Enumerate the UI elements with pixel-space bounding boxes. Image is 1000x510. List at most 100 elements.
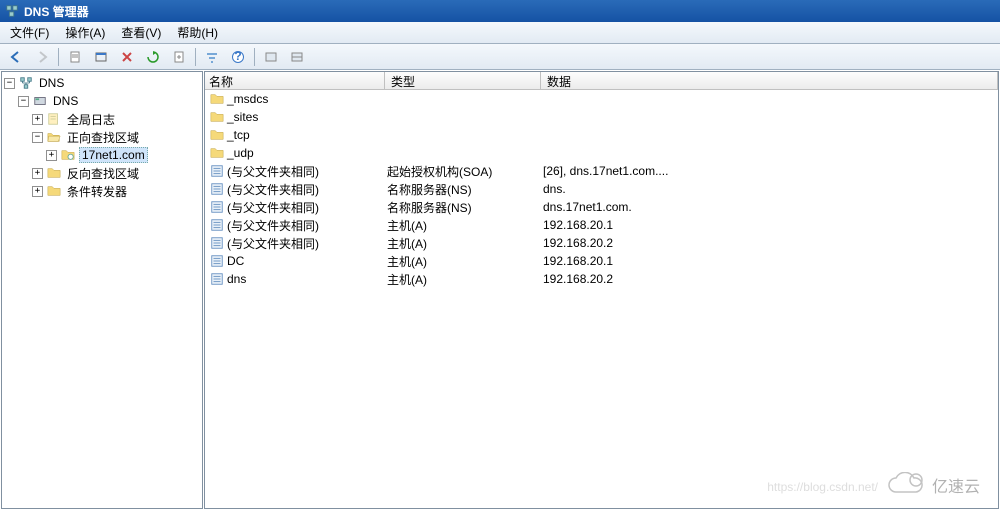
expand-icon[interactable]: +	[32, 186, 43, 197]
tree: − DNS − DNS + 全局日志 − 正向查找区域 +	[2, 72, 202, 202]
expand-icon[interactable]: +	[32, 114, 43, 125]
watermark-logo-icon	[886, 472, 926, 498]
filter-button[interactable]	[200, 46, 224, 68]
menu-action[interactable]: 操作(A)	[57, 22, 113, 43]
record-type: 主机(A)	[385, 252, 541, 270]
list-row[interactable]: _msdcs	[205, 90, 998, 108]
list-row[interactable]: (与父文件夹相同)起始授权机构(SOA)[26], dns.17net1.com…	[205, 162, 998, 180]
folder-icon	[209, 127, 225, 143]
tree-label: 条件转发器	[65, 183, 129, 200]
delete-button[interactable]	[115, 46, 139, 68]
refresh-button[interactable]	[141, 46, 165, 68]
action1-button[interactable]	[259, 46, 283, 68]
collapse-icon[interactable]: −	[4, 78, 15, 89]
record-name: dns	[227, 272, 246, 286]
list-row[interactable]: dns 主机(A)192.168.20.2	[205, 270, 998, 288]
record-data: 192.168.20.1	[541, 216, 998, 234]
folder-open-icon	[46, 129, 62, 145]
record-name: (与父文件夹相同)	[227, 217, 319, 234]
record-name: (与父文件夹相同)	[227, 235, 319, 252]
record-icon	[209, 181, 225, 197]
menu-help[interactable]: 帮助(H)	[169, 22, 226, 43]
zone-icon	[60, 147, 76, 163]
titlebar: DNS 管理器	[0, 0, 1000, 22]
list-row[interactable]: (与父文件夹相同) 主机(A)192.168.20.1	[205, 216, 998, 234]
folder-icon	[46, 165, 62, 181]
record-name: (与父文件夹相同)	[227, 181, 319, 198]
record-type	[385, 144, 541, 162]
list-header: 名称 类型 数据	[205, 72, 998, 90]
list-row[interactable]: _tcp	[205, 126, 998, 144]
tree-label: DNS	[51, 94, 80, 108]
record-name: _tcp	[227, 128, 250, 142]
watermark-text: 亿速云	[932, 473, 980, 497]
toolbar: ?	[0, 44, 1000, 70]
list-row[interactable]: _sites	[205, 108, 998, 126]
record-data: dns.17net1.com.	[541, 198, 998, 216]
list-row[interactable]: (与父文件夹相同) 名称服务器(NS)dns.	[205, 180, 998, 198]
new-window-button[interactable]	[89, 46, 113, 68]
action2-button[interactable]	[285, 46, 309, 68]
col-type-header[interactable]: 类型	[385, 72, 541, 90]
tree-label: 反向查找区域	[65, 165, 141, 182]
window-title: DNS 管理器	[24, 3, 89, 20]
list-row[interactable]: _udp	[205, 144, 998, 162]
tree-forward-zones[interactable]: − 正向查找区域	[2, 128, 202, 146]
record-name: _sites	[227, 110, 258, 124]
record-type: 名称服务器(NS)	[385, 180, 541, 198]
list-body: _msdcs_sites_tcp_udp(与父文件夹相同)起始授权机构(SOA)…	[205, 90, 998, 508]
collapse-icon[interactable]: −	[18, 96, 29, 107]
record-name: (与父文件夹相同)	[227, 163, 319, 180]
tree-root-dns[interactable]: − DNS	[2, 74, 202, 92]
watermark-url: https://blog.csdn.net/	[767, 480, 878, 494]
main-area: − DNS − DNS + 全局日志 − 正向查找区域 +	[0, 70, 1000, 510]
tree-server[interactable]: − DNS	[2, 92, 202, 110]
folder-icon	[46, 183, 62, 199]
col-name-header[interactable]: 名称	[205, 72, 385, 90]
folder-icon	[209, 91, 225, 107]
tree-zone-17net1[interactable]: + 17net1.com	[2, 146, 202, 164]
list-row[interactable]: DC主机(A)192.168.20.1	[205, 252, 998, 270]
tree-global-log[interactable]: + 全局日志	[2, 110, 202, 128]
nav-back-button[interactable]	[4, 46, 28, 68]
dns-icon	[18, 75, 34, 91]
expand-icon[interactable]: +	[32, 168, 43, 179]
record-icon	[209, 199, 225, 215]
record-type: 主机(A)	[385, 216, 541, 234]
record-icon	[209, 253, 225, 269]
app-icon	[4, 3, 20, 19]
help-button[interactable]: ?	[226, 46, 250, 68]
expand-icon[interactable]: +	[46, 150, 57, 161]
watermark: 亿速云	[886, 472, 980, 498]
toolbar-separator	[58, 48, 59, 66]
record-icon	[209, 271, 225, 287]
col-data-header[interactable]: 数据	[541, 72, 998, 90]
tree-label: DNS	[37, 76, 66, 90]
record-data: 192.168.20.2	[541, 270, 998, 288]
list-pane: 名称 类型 数据 _msdcs_sites_tcp_udp(与父文件夹相同)起始…	[204, 71, 999, 509]
list-row[interactable]: (与父文件夹相同)主机(A)192.168.20.2	[205, 234, 998, 252]
record-type	[385, 90, 541, 108]
tree-pane: − DNS − DNS + 全局日志 − 正向查找区域 +	[1, 71, 203, 509]
record-type: 主机(A)	[385, 270, 541, 288]
tree-label: 全局日志	[65, 111, 117, 128]
record-data: dns.	[541, 180, 998, 198]
tree-label: 17net1.com	[79, 147, 148, 163]
collapse-icon[interactable]: −	[32, 132, 43, 143]
export-button[interactable]	[167, 46, 191, 68]
record-data	[541, 90, 998, 108]
menu-view[interactable]: 查看(V)	[113, 22, 169, 43]
record-type	[385, 126, 541, 144]
tree-reverse-zones[interactable]: + 反向查找区域	[2, 164, 202, 182]
record-data: 192.168.20.2	[541, 234, 998, 252]
record-data	[541, 126, 998, 144]
menu-file[interactable]: 文件(F)	[2, 22, 57, 43]
properties-button[interactable]	[63, 46, 87, 68]
tree-conditional-forwarders[interactable]: + 条件转发器	[2, 182, 202, 200]
svg-text:?: ?	[234, 50, 241, 63]
record-type: 起始授权机构(SOA)	[385, 162, 541, 180]
folder-icon	[209, 109, 225, 125]
list-row[interactable]: (与父文件夹相同)名称服务器(NS)dns.17net1.com.	[205, 198, 998, 216]
nav-forward-button[interactable]	[30, 46, 54, 68]
record-name: DC	[227, 254, 244, 268]
